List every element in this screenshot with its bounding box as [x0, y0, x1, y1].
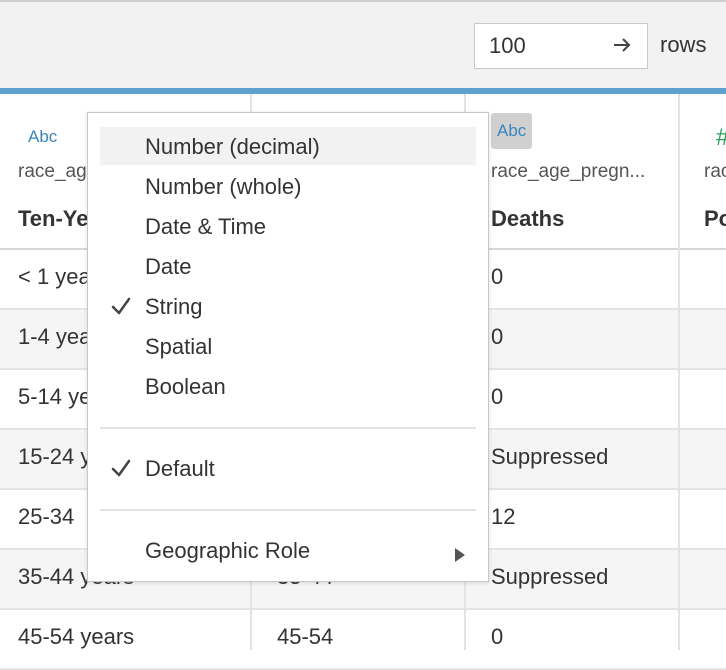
- menu-item-label: Boolean: [145, 374, 226, 399]
- table-cell: Suppressed: [491, 444, 609, 469]
- menu-item-label: Date: [145, 254, 192, 279]
- menu-item-label: Default: [145, 456, 215, 481]
- string-type-icon[interactable]: Abc: [28, 127, 57, 147]
- table-cell: 0: [491, 384, 504, 409]
- table-cell: < 1 yea: [18, 264, 91, 289]
- menu-item-geographic-role[interactable]: Geographic Role: [100, 531, 476, 569]
- column-field-name[interactable]: Deaths: [491, 206, 564, 232]
- toolbar: rows: [0, 0, 726, 88]
- menu-item-string[interactable]: String: [100, 287, 476, 325]
- column-divider[interactable]: [678, 94, 680, 650]
- column-field-name[interactable]: Po: [704, 206, 726, 232]
- menu-item-label: String: [145, 294, 203, 319]
- table-cell: 0: [491, 324, 504, 349]
- menu-item-number-whole[interactable]: Number (whole): [100, 167, 476, 205]
- menu-separator: [100, 509, 476, 511]
- table-cell: 12: [491, 504, 516, 529]
- column-source-name: race_ag: [18, 161, 87, 182]
- menu-item-spatial[interactable]: Spatial: [100, 327, 476, 365]
- menu-item-date-time[interactable]: Date & Time: [100, 207, 476, 245]
- menu-item-default[interactable]: Default: [100, 449, 476, 487]
- menu-item-number-decimal[interactable]: Number (decimal): [100, 127, 476, 165]
- menu-item-boolean[interactable]: Boolean: [100, 367, 476, 405]
- table-cell: 45-54 years: [18, 624, 135, 649]
- rows-count-input[interactable]: [475, 24, 605, 68]
- table-cell: 5-14 ye: [18, 384, 92, 409]
- table-cell: 0: [491, 624, 504, 649]
- menu-item-label: Spatial: [145, 334, 213, 359]
- checkmark-icon: [110, 295, 132, 317]
- column-source-name: race_age_pregn...: [491, 161, 646, 182]
- table-cell: 45-54: [277, 624, 334, 649]
- menu-item-label: Number (whole): [145, 174, 302, 199]
- number-type-icon[interactable]: #: [716, 124, 726, 152]
- menu-item-label: Date & Time: [145, 214, 267, 239]
- checkmark-icon: [110, 457, 132, 479]
- table-row: 45-54 years 45-54 0: [0, 610, 726, 670]
- string-type-icon[interactable]: Abc: [491, 113, 533, 149]
- menu-separator: [100, 427, 476, 429]
- menu-item-label: Geographic Role: [145, 538, 311, 563]
- rows-label: rows: [660, 32, 707, 57]
- data-type-menu: Number (decimal) Number (whole) Date & T…: [87, 112, 489, 582]
- column-field-name[interactable]: Ten-Ye: [18, 206, 89, 232]
- submenu-arrow-icon: [454, 542, 466, 562]
- menu-item-label: Number (decimal): [145, 134, 320, 159]
- arrow-right-icon[interactable]: [610, 34, 634, 56]
- table-cell: 0: [491, 264, 504, 289]
- table-cell: 1-4 yea: [18, 324, 92, 349]
- column-source-name: rac: [704, 161, 726, 182]
- table-cell: 15-24 y: [18, 444, 92, 469]
- table-cell: 25-34: [18, 504, 75, 529]
- table-cell: Suppressed: [491, 564, 609, 589]
- menu-item-date[interactable]: Date: [100, 247, 476, 285]
